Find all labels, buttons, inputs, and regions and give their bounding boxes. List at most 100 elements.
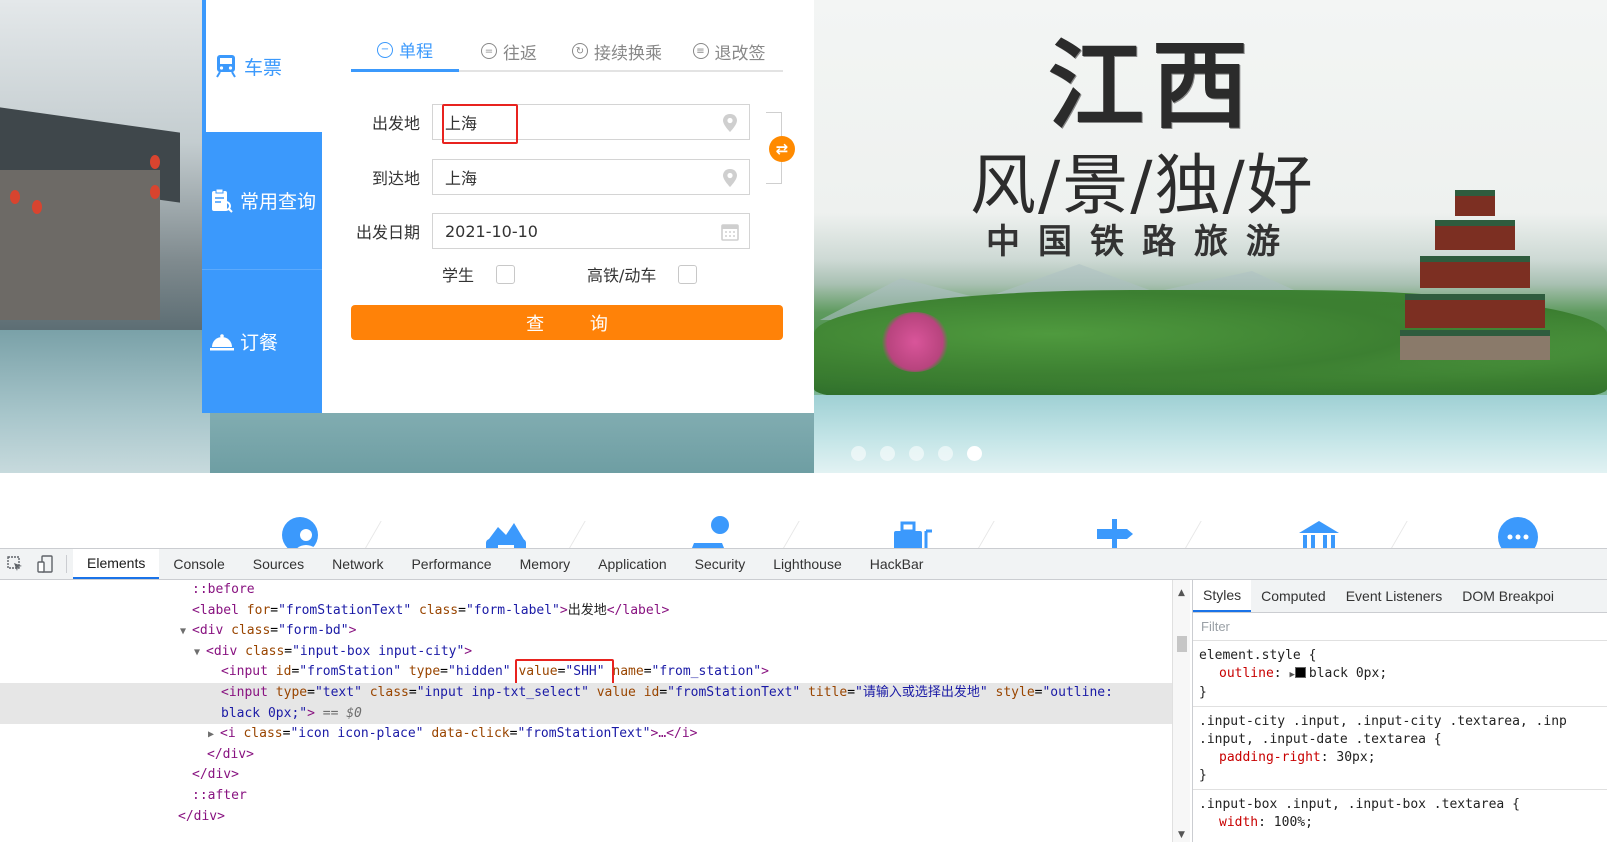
banner-title: 江西 bbox=[1048, 29, 1256, 142]
css-rule-element-style: element.style { outline: ▶ black 0px; } bbox=[1193, 641, 1607, 707]
device-toolbar-icon[interactable] bbox=[30, 549, 60, 579]
location-pin-icon[interactable] bbox=[721, 168, 739, 188]
css-rule-input-city: .input-city .input, .input-city .textare… bbox=[1193, 707, 1607, 790]
dom-node-selected-continued[interactable]: black 0px;"> == $0 bbox=[0, 703, 1172, 725]
tab-computed[interactable]: Computed bbox=[1251, 580, 1336, 612]
carousel-dot-active[interactable] bbox=[967, 446, 982, 461]
gaotie-checkbox[interactable] bbox=[678, 264, 698, 284]
devtools-tab-network[interactable]: Network bbox=[318, 549, 397, 579]
tab-event-listeners[interactable]: Event Listeners bbox=[1336, 580, 1453, 612]
dom-node[interactable]: ::before bbox=[0, 580, 1172, 601]
student-checkbox[interactable] bbox=[496, 264, 516, 284]
dom-node[interactable]: ::after bbox=[0, 786, 1172, 807]
collapse-triangle-icon[interactable]: ▶ bbox=[208, 725, 220, 746]
devtools-tab-lighthouse[interactable]: Lighthouse bbox=[759, 549, 856, 579]
devtools-tab-application[interactable]: Application bbox=[584, 549, 681, 579]
to-label: 到达地 bbox=[371, 169, 420, 188]
styles-tabs: Styles Computed Event Listeners DOM Brea… bbox=[1193, 580, 1607, 613]
tab-dom-breakpoints[interactable]: DOM Breakpoi bbox=[1452, 580, 1564, 612]
location-pin-icon[interactable] bbox=[721, 113, 739, 133]
devtools-tab-security[interactable]: Security bbox=[681, 549, 760, 579]
clipboard-search-icon bbox=[210, 188, 234, 213]
tab-refund-change[interactable]: ≡ 退改签 bbox=[675, 30, 783, 72]
transfer-circle-icon: ↻ bbox=[572, 43, 588, 59]
color-swatch-icon[interactable] bbox=[1294, 667, 1306, 678]
devtools-tab-sources[interactable]: Sources bbox=[239, 549, 318, 579]
sidebar-item-label: 订餐 bbox=[240, 332, 279, 354]
css-rule-input-box: .input-box .input, .input-box .textarea … bbox=[1199, 797, 1520, 830]
food-cloche-icon bbox=[210, 330, 234, 354]
dom-node[interactable]: ▶ <i class="icon icon-place" data-click="… bbox=[0, 724, 1172, 745]
ticket-search-panel: − 单程 = 往返 ↻ 接续换乘 ≡ 退改签 出发地 上海 到达地 上海 ⇄ 出… bbox=[322, 0, 814, 413]
date-input[interactable]: 2021-10-10 bbox=[432, 213, 750, 249]
dom-node[interactable]: </div> bbox=[0, 807, 1172, 828]
devtools-tab-memory[interactable]: Memory bbox=[506, 549, 585, 579]
carousel-dot[interactable] bbox=[851, 446, 866, 461]
devtools-tab-performance[interactable]: Performance bbox=[397, 549, 505, 579]
calendar-icon[interactable] bbox=[721, 222, 739, 242]
train-icon bbox=[214, 54, 238, 78]
dom-tree: ::before <label for="fromStationText" cl… bbox=[0, 580, 1172, 842]
carousel-dot[interactable] bbox=[880, 446, 895, 461]
scrollbar-thumb[interactable] bbox=[1177, 636, 1187, 652]
dom-node[interactable]: </div> bbox=[0, 765, 1172, 786]
expand-triangle-icon[interactable]: ▼ bbox=[194, 643, 206, 664]
carousel-dot[interactable] bbox=[938, 446, 953, 461]
search-button[interactable]: 查 询 bbox=[351, 305, 783, 340]
from-row: 出发地 上海 bbox=[352, 104, 750, 140]
service-scenery-icon[interactable] bbox=[484, 515, 528, 548]
date-row: 出发日期 2021-10-10 bbox=[352, 213, 750, 249]
inspect-element-icon[interactable] bbox=[0, 549, 30, 579]
devtools-tab-elements[interactable]: Elements bbox=[73, 549, 160, 579]
service-car-share-icon[interactable] bbox=[688, 515, 732, 548]
carousel-dot[interactable] bbox=[909, 446, 924, 461]
dom-node[interactable]: </div> bbox=[0, 745, 1172, 766]
devtools-tab-console[interactable]: Console bbox=[159, 549, 238, 579]
service-icons-strip bbox=[0, 473, 1607, 548]
banner-subtitle: 中国铁路旅游 bbox=[986, 222, 1298, 262]
tab-one-way[interactable]: − 单程 bbox=[351, 30, 459, 72]
carousel-dots bbox=[851, 446, 982, 461]
minus-circle-icon: − bbox=[377, 41, 393, 58]
equals-circle-icon: = bbox=[481, 43, 497, 59]
dom-node[interactable]: ▼ <div class="form-bd"> bbox=[0, 621, 1172, 642]
dom-node[interactable]: <input id="fromStation" type="hidden" va… bbox=[0, 659, 1172, 686]
tab-styles[interactable]: Styles bbox=[1193, 580, 1252, 612]
service-signpost-icon[interactable] bbox=[1093, 515, 1137, 548]
dom-node[interactable]: <label for="fromStationText" class="form… bbox=[0, 601, 1172, 622]
trip-type-tabs: − 单程 = 往返 ↻ 接续换乘 ≡ 退改签 bbox=[351, 30, 783, 72]
water-town-image bbox=[0, 0, 210, 473]
pagoda-image bbox=[1400, 180, 1550, 360]
sidebar-item-food[interactable]: 订餐 bbox=[202, 270, 322, 413]
gaotie-label: 高铁/动车 bbox=[587, 266, 657, 285]
options-row: 学生 高铁/动车 bbox=[442, 262, 698, 286]
highlight-box bbox=[442, 104, 518, 144]
service-user-time-icon[interactable] bbox=[280, 515, 324, 548]
ticket-circle-icon: ≡ bbox=[692, 43, 709, 59]
tab-round-trip[interactable]: = 往返 bbox=[459, 30, 559, 72]
to-station-input[interactable]: 上海 bbox=[432, 159, 750, 195]
student-label: 学生 bbox=[442, 266, 475, 285]
swap-icon[interactable]: ⇄ bbox=[769, 136, 795, 162]
ticket-sidebar: 车票 常用查询 订餐 bbox=[202, 0, 322, 413]
dom-node-selected[interactable]: <input type="text" class="input inp-txt_… bbox=[0, 682, 1172, 704]
dom-scrollbar[interactable]: ▲ ▼ bbox=[1172, 580, 1190, 842]
lake-image bbox=[814, 395, 1607, 473]
from-label: 出发地 bbox=[371, 114, 420, 133]
sidebar-item-tickets[interactable]: 车票 bbox=[202, 0, 322, 132]
sidebar-item-label: 常用查询 bbox=[240, 191, 317, 213]
scroll-up-icon[interactable]: ▲ bbox=[1178, 588, 1185, 598]
scroll-down-icon[interactable]: ▼ bbox=[1178, 830, 1185, 840]
tab-transfer[interactable]: ↻ 接续换乘 bbox=[559, 30, 675, 72]
devtools-tab-hackbar[interactable]: HackBar bbox=[856, 549, 938, 579]
styles-pane: Styles Computed Event Listeners DOM Brea… bbox=[1192, 580, 1607, 842]
devtools-panel: Elements Console Sources Network Perform… bbox=[0, 548, 1607, 842]
sidebar-item-common-query[interactable]: 常用查询 bbox=[202, 132, 322, 270]
sidebar-item-label: 车票 bbox=[244, 56, 283, 79]
styles-filter-input[interactable]: Filter bbox=[1193, 613, 1607, 641]
expand-triangle-icon[interactable]: ▼ bbox=[180, 622, 192, 643]
service-chat-icon[interactable] bbox=[1496, 515, 1540, 548]
service-luggage-icon[interactable] bbox=[890, 515, 934, 548]
service-bank-icon[interactable] bbox=[1297, 515, 1341, 548]
devtools-toolbar: Elements Console Sources Network Perform… bbox=[0, 549, 1607, 580]
